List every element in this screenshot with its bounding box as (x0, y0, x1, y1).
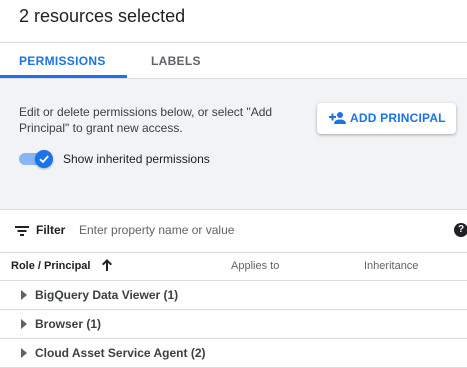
expand-arrow-icon[interactable] (21, 319, 27, 329)
expand-arrow-icon[interactable] (21, 290, 27, 300)
arrow-upward-icon[interactable] (101, 258, 113, 272)
page-title: 2 resources selected (19, 6, 186, 26)
add-principal-button[interactable]: ADD PRINCIPAL (317, 103, 456, 134)
help-icon[interactable]: ? (454, 223, 467, 237)
filter-input[interactable] (79, 219, 439, 241)
role-label: Browser (1) (35, 317, 102, 331)
expand-arrow-icon[interactable] (21, 348, 27, 358)
role-label: Cloud Asset Service Agent (2) (35, 346, 206, 360)
table-header: Role / Principal Applies to Inheritance (0, 253, 467, 281)
toggle-knob (35, 150, 53, 168)
person-add-icon (329, 111, 347, 125)
tab-bar: PERMISSIONS LABELS (0, 43, 467, 79)
table-row[interactable]: Browser (1) (0, 310, 467, 339)
show-inherited-toggle[interactable] (19, 150, 55, 168)
check-icon (39, 155, 49, 164)
filter-label: Filter (36, 223, 66, 237)
filter-bar: Filter ? (0, 210, 467, 253)
filter-list-icon (15, 224, 29, 236)
table-row[interactable]: BigQuery Data Viewer (1) (0, 281, 467, 310)
show-inherited-label: Show inherited permissions (63, 152, 210, 166)
tab-permissions[interactable]: PERMISSIONS (19, 54, 106, 68)
column-inheritance: Inheritance (364, 260, 419, 272)
role-label: BigQuery Data Viewer (1) (35, 288, 179, 302)
permissions-description: Edit or delete permissions below, or sel… (19, 105, 273, 135)
table-row[interactable]: Cloud Asset Service Agent (2) (0, 339, 467, 368)
column-applies-to: Applies to (231, 260, 280, 272)
active-tab-indicator (0, 75, 127, 78)
add-principal-label: ADD PRINCIPAL (350, 111, 446, 125)
tab-labels[interactable]: LABELS (151, 54, 201, 68)
page-header: 2 resources selected (0, 0, 467, 43)
permissions-panel: Edit or delete permissions below, or sel… (0, 79, 467, 210)
column-role-principal[interactable]: Role / Principal (11, 260, 90, 272)
